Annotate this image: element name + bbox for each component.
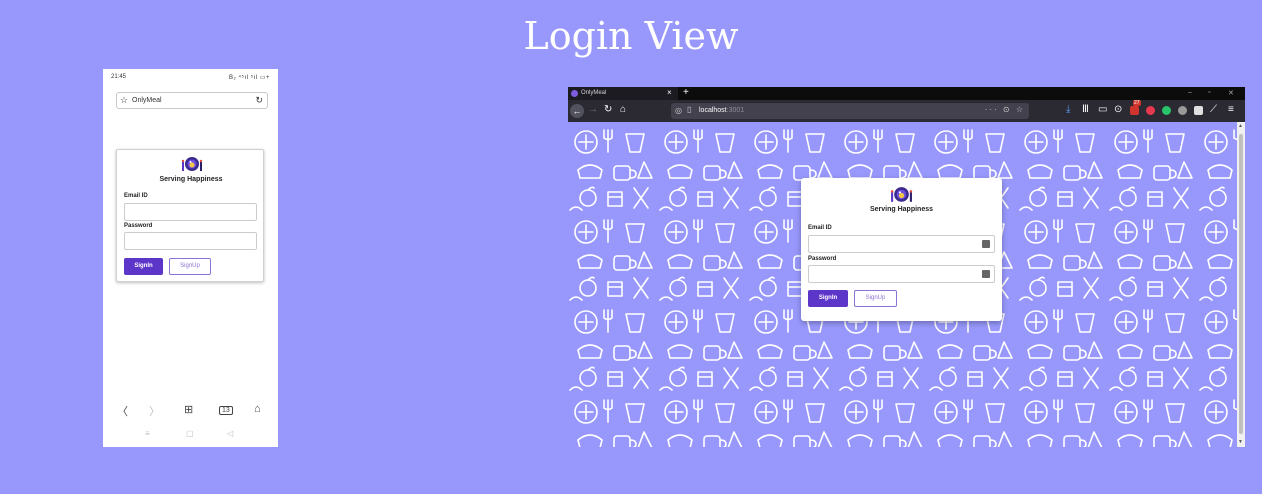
- page-title: Login View: [523, 14, 739, 58]
- email-field[interactable]: [124, 203, 257, 221]
- star-icon[interactable]: ☆: [120, 95, 128, 106]
- forward-icon[interactable]: →: [588, 104, 598, 116]
- mobile-login-card: Serving Happiness Email ID Password Sign…: [116, 149, 264, 282]
- reload-icon[interactable]: ↻: [604, 104, 612, 116]
- email-label: Email ID: [124, 193, 148, 199]
- library-icon[interactable]: Ⅲ: [1082, 104, 1089, 116]
- status-bar: 21:45 B₂ ⁴⁵ıl ⁵ıl ▭+: [103, 69, 278, 85]
- minimize-icon[interactable]: –: [1188, 89, 1192, 96]
- scroll-thumb[interactable]: [1239, 134, 1243, 434]
- status-icons: B₂ ⁴⁵ıl ⁵ıl ▭+: [228, 75, 270, 81]
- password-field[interactable]: [124, 232, 257, 250]
- mobile-url-text: OnlyMeal: [132, 97, 162, 104]
- email-label: Email ID: [808, 225, 832, 231]
- new-tab-icon[interactable]: +: [683, 87, 689, 98]
- address-bar[interactable]: ◎ ▯ localhost:3001 ··· ⊙ ☆: [671, 103, 1029, 119]
- scrollbar[interactable]: ▲ ▼: [1237, 122, 1245, 447]
- logo-icon: [890, 187, 913, 202]
- badge-count: 27: [1133, 100, 1141, 106]
- tagline: Serving Happiness: [869, 206, 934, 213]
- address-host: localhost: [699, 107, 727, 114]
- password-manager-icon[interactable]: [982, 270, 990, 278]
- password-manager-icon[interactable]: [982, 240, 990, 248]
- maximize-icon[interactable]: ▫: [1208, 89, 1210, 96]
- extension-badge-icon[interactable]: [1130, 106, 1139, 115]
- mobile-screenshot: 21:45 B₂ ⁴⁵ıl ⁵ıl ▭+ ☆ OnlyMeal ↻ Servin…: [103, 69, 278, 447]
- mobile-url-bar[interactable]: ☆ OnlyMeal ↻: [116, 92, 268, 109]
- back-icon[interactable]: 〈: [117, 403, 128, 419]
- page-actions[interactable]: ··· ⊙ ☆: [985, 105, 1025, 114]
- address-port: :3001: [726, 107, 745, 114]
- tabs-grid-icon[interactable]: ⊞: [184, 403, 193, 416]
- extension-icon[interactable]: [1162, 106, 1171, 115]
- signin-button[interactable]: SignIn: [124, 258, 163, 275]
- tab-strip: OnlyMeal × + – ▫ ✕: [568, 87, 1245, 100]
- browser-tab[interactable]: OnlyMeal ×: [568, 87, 678, 100]
- tab-title: OnlyMeal: [581, 90, 607, 96]
- reload-icon[interactable]: ↻: [255, 95, 263, 106]
- email-field[interactable]: [808, 235, 995, 253]
- password-label: Password: [808, 256, 837, 262]
- extension-icon[interactable]: [1146, 106, 1155, 115]
- status-time: 21:45: [111, 74, 127, 80]
- home-icon[interactable]: ⌂: [620, 104, 626, 116]
- system-home-icon[interactable]: ▢: [186, 429, 194, 438]
- favicon-icon: [571, 90, 578, 97]
- logo-icon: [181, 157, 203, 171]
- tagline: Serving Happiness: [159, 176, 223, 183]
- close-window-icon[interactable]: ✕: [1228, 89, 1234, 97]
- system-back-icon[interactable]: ◁: [227, 429, 233, 438]
- mobile-browser-nav: 〈 〉 ⊞ 13 ⌂: [103, 401, 278, 421]
- sidebar-icon[interactable]: ▭: [1098, 104, 1107, 116]
- account-icon[interactable]: ⊙: [1114, 104, 1122, 116]
- download-icon[interactable]: ⤓: [1066, 104, 1070, 116]
- page-content: Serving Happiness Email ID Password Sign…: [568, 122, 1237, 447]
- address-text: localhost:3001: [699, 107, 744, 114]
- page-icon: ▯: [687, 105, 692, 114]
- password-field[interactable]: [808, 265, 995, 283]
- password-label: Password: [124, 223, 153, 229]
- desktop-screenshot: OnlyMeal × + – ▫ ✕ ← → ↻ ⌂ ◎ ▯ localhost…: [568, 87, 1245, 447]
- scroll-down-icon[interactable]: ▼: [1238, 439, 1243, 445]
- pencil-icon[interactable]: ⟋: [1210, 104, 1217, 116]
- back-icon[interactable]: ←: [570, 104, 584, 118]
- close-tab-icon[interactable]: ×: [667, 88, 672, 97]
- signup-button[interactable]: SignUp: [854, 290, 897, 307]
- menu-icon[interactable]: ≡: [1228, 104, 1234, 116]
- forward-icon[interactable]: 〉: [149, 403, 160, 419]
- signin-button[interactable]: SignIn: [808, 290, 848, 307]
- tab-count-icon[interactable]: 13: [219, 406, 233, 415]
- browser-toolbar: ← → ↻ ⌂ ◎ ▯ localhost:3001 ··· ⊙ ☆ ⤓ Ⅲ ▭…: [568, 100, 1245, 122]
- scroll-up-icon[interactable]: ▲: [1238, 123, 1243, 129]
- extension-icon[interactable]: [1178, 106, 1187, 115]
- desktop-login-card: Serving Happiness Email ID Password Sign…: [801, 178, 1002, 321]
- system-nav-bar: ≡ ▢ ◁: [103, 427, 278, 441]
- shield-icon[interactable]: ◎: [675, 106, 682, 115]
- menu-icon[interactable]: ≡: [145, 429, 150, 438]
- signup-button[interactable]: SignUp: [169, 258, 211, 275]
- extension-icon[interactable]: [1194, 106, 1203, 115]
- home-icon[interactable]: ⌂: [254, 403, 261, 415]
